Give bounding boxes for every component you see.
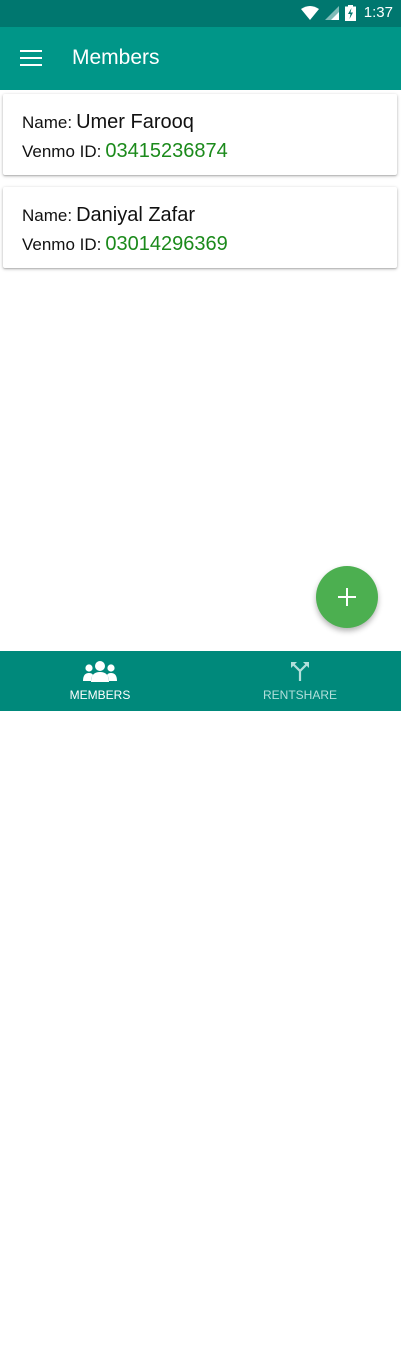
status-icons: 1:37	[300, 4, 393, 21]
watermark-text: free for personal use	[0, 1341, 184, 1363]
wifi-icon	[300, 5, 319, 20]
people-icon	[83, 661, 117, 682]
venmo-label: Venmo ID:	[22, 142, 102, 161]
member-card[interactable]: Name: Daniyal Zafar Venmo ID: 03014296369	[3, 187, 397, 268]
app-bar: Members	[0, 27, 401, 90]
member-venmo-id: 03014296369	[105, 233, 228, 255]
member-name-row: Name: Daniyal Zafar	[22, 204, 195, 227]
member-card[interactable]: Name: Umer Farooq Venmo ID: 03415236874	[3, 94, 397, 175]
nav-item-members[interactable]: MEMBERS	[0, 651, 200, 711]
menu-icon[interactable]	[20, 50, 42, 68]
battery-charging-icon	[344, 4, 356, 21]
name-label: Name:	[22, 113, 73, 132]
venmo-label: Venmo ID:	[22, 235, 102, 254]
add-member-button[interactable]	[316, 566, 378, 628]
nav-label-rentshare: RENTSHARE	[262, 688, 337, 702]
member-venmo-id: 03415236874	[105, 140, 228, 162]
status-bar: 1:37	[0, 0, 401, 27]
page-title: Members	[72, 46, 160, 69]
member-name-row: Name: Umer Farooq	[22, 111, 194, 134]
member-venmo-row: Venmo ID: 03415236874	[22, 140, 228, 163]
member-venmo-row: Venmo ID: 03014296369	[22, 233, 228, 256]
name-label: Name:	[22, 206, 73, 225]
status-time: 1:37	[363, 4, 393, 21]
nav-item-rentshare[interactable]: RENTSHARE	[200, 651, 400, 711]
split-icon	[291, 662, 309, 681]
signal-icon	[324, 5, 339, 20]
bottom-navigation: MEMBERS RENTSHARE free for personal use	[0, 651, 401, 1363]
member-name: Umer Farooq	[76, 111, 194, 133]
member-name: Daniyal Zafar	[76, 204, 196, 226]
nav-label-members: MEMBERS	[69, 688, 131, 702]
